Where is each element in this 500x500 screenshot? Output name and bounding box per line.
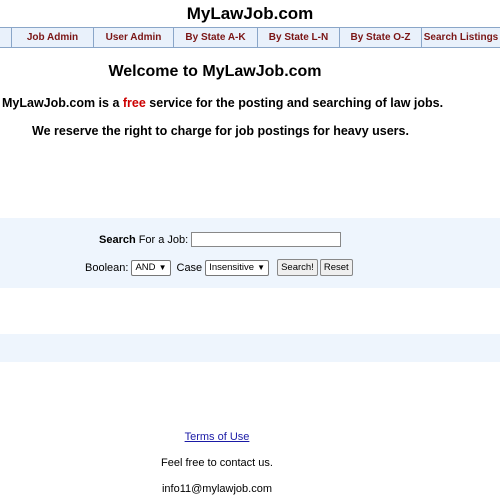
reserve-notice: We reserve the right to charge for job p…	[32, 124, 409, 138]
boolean-select[interactable]: AND ▼	[131, 259, 171, 276]
search-label-bold: Search	[99, 233, 136, 246]
reset-button[interactable]: Reset	[319, 259, 353, 276]
contact-text: Feel free to contact us.	[161, 457, 273, 469]
search-input[interactable]	[191, 232, 342, 247]
intro-suffix: service for the posting and searching of…	[145, 96, 444, 110]
case-select[interactable]: Insensitive ▼	[205, 259, 270, 276]
case-label: Case	[176, 261, 203, 274]
case-select-value: Insensitive	[209, 261, 255, 273]
chevron-down-icon: ▼	[158, 262, 167, 272]
welcome-heading: Welcome to MyLawJob.com	[108, 63, 322, 80]
chevron-down-icon: ▼	[257, 262, 266, 272]
nav-user-admin[interactable]: User Admin	[94, 28, 174, 47]
search-panel: Search For a Job: Boolean: AND ▼ Case Ins…	[0, 218, 500, 288]
nav-by-state-a-k[interactable]: By State A-K	[174, 28, 258, 47]
search-row: Search For a Job:	[99, 232, 342, 247]
search-label: For a Job:	[138, 233, 189, 246]
terms-of-use-link[interactable]: Terms of Use	[0, 431, 434, 443]
nav-by-state-l-n[interactable]: By State L-N	[258, 28, 340, 47]
nav-edge	[0, 28, 12, 47]
intro-prefix: MyLawJob.com is a	[2, 96, 123, 110]
intro-free-highlight: free	[122, 96, 146, 110]
search-button[interactable]: Search!	[277, 259, 318, 276]
site-title: MyLawJob.com	[0, 0, 500, 28]
nav-job-admin[interactable]: Job Admin	[12, 28, 94, 47]
intro-text: MyLawJob.com is a free service for the p…	[2, 96, 500, 110]
search-options-row: Boolean: AND ▼ Case Insensitive ▼ Search! …	[85, 259, 353, 276]
boolean-label: Boolean:	[85, 261, 129, 274]
contact-email: info11@mylawjob.com	[161, 483, 272, 495]
boolean-select-value: AND	[135, 261, 156, 273]
nav-by-state-o-z[interactable]: By State O-Z	[340, 28, 422, 47]
divider-band	[0, 334, 500, 362]
nav-search-listings[interactable]: Search Listings	[422, 28, 500, 47]
top-nav: Job Admin User Admin By State A-K By Sta…	[0, 27, 500, 48]
